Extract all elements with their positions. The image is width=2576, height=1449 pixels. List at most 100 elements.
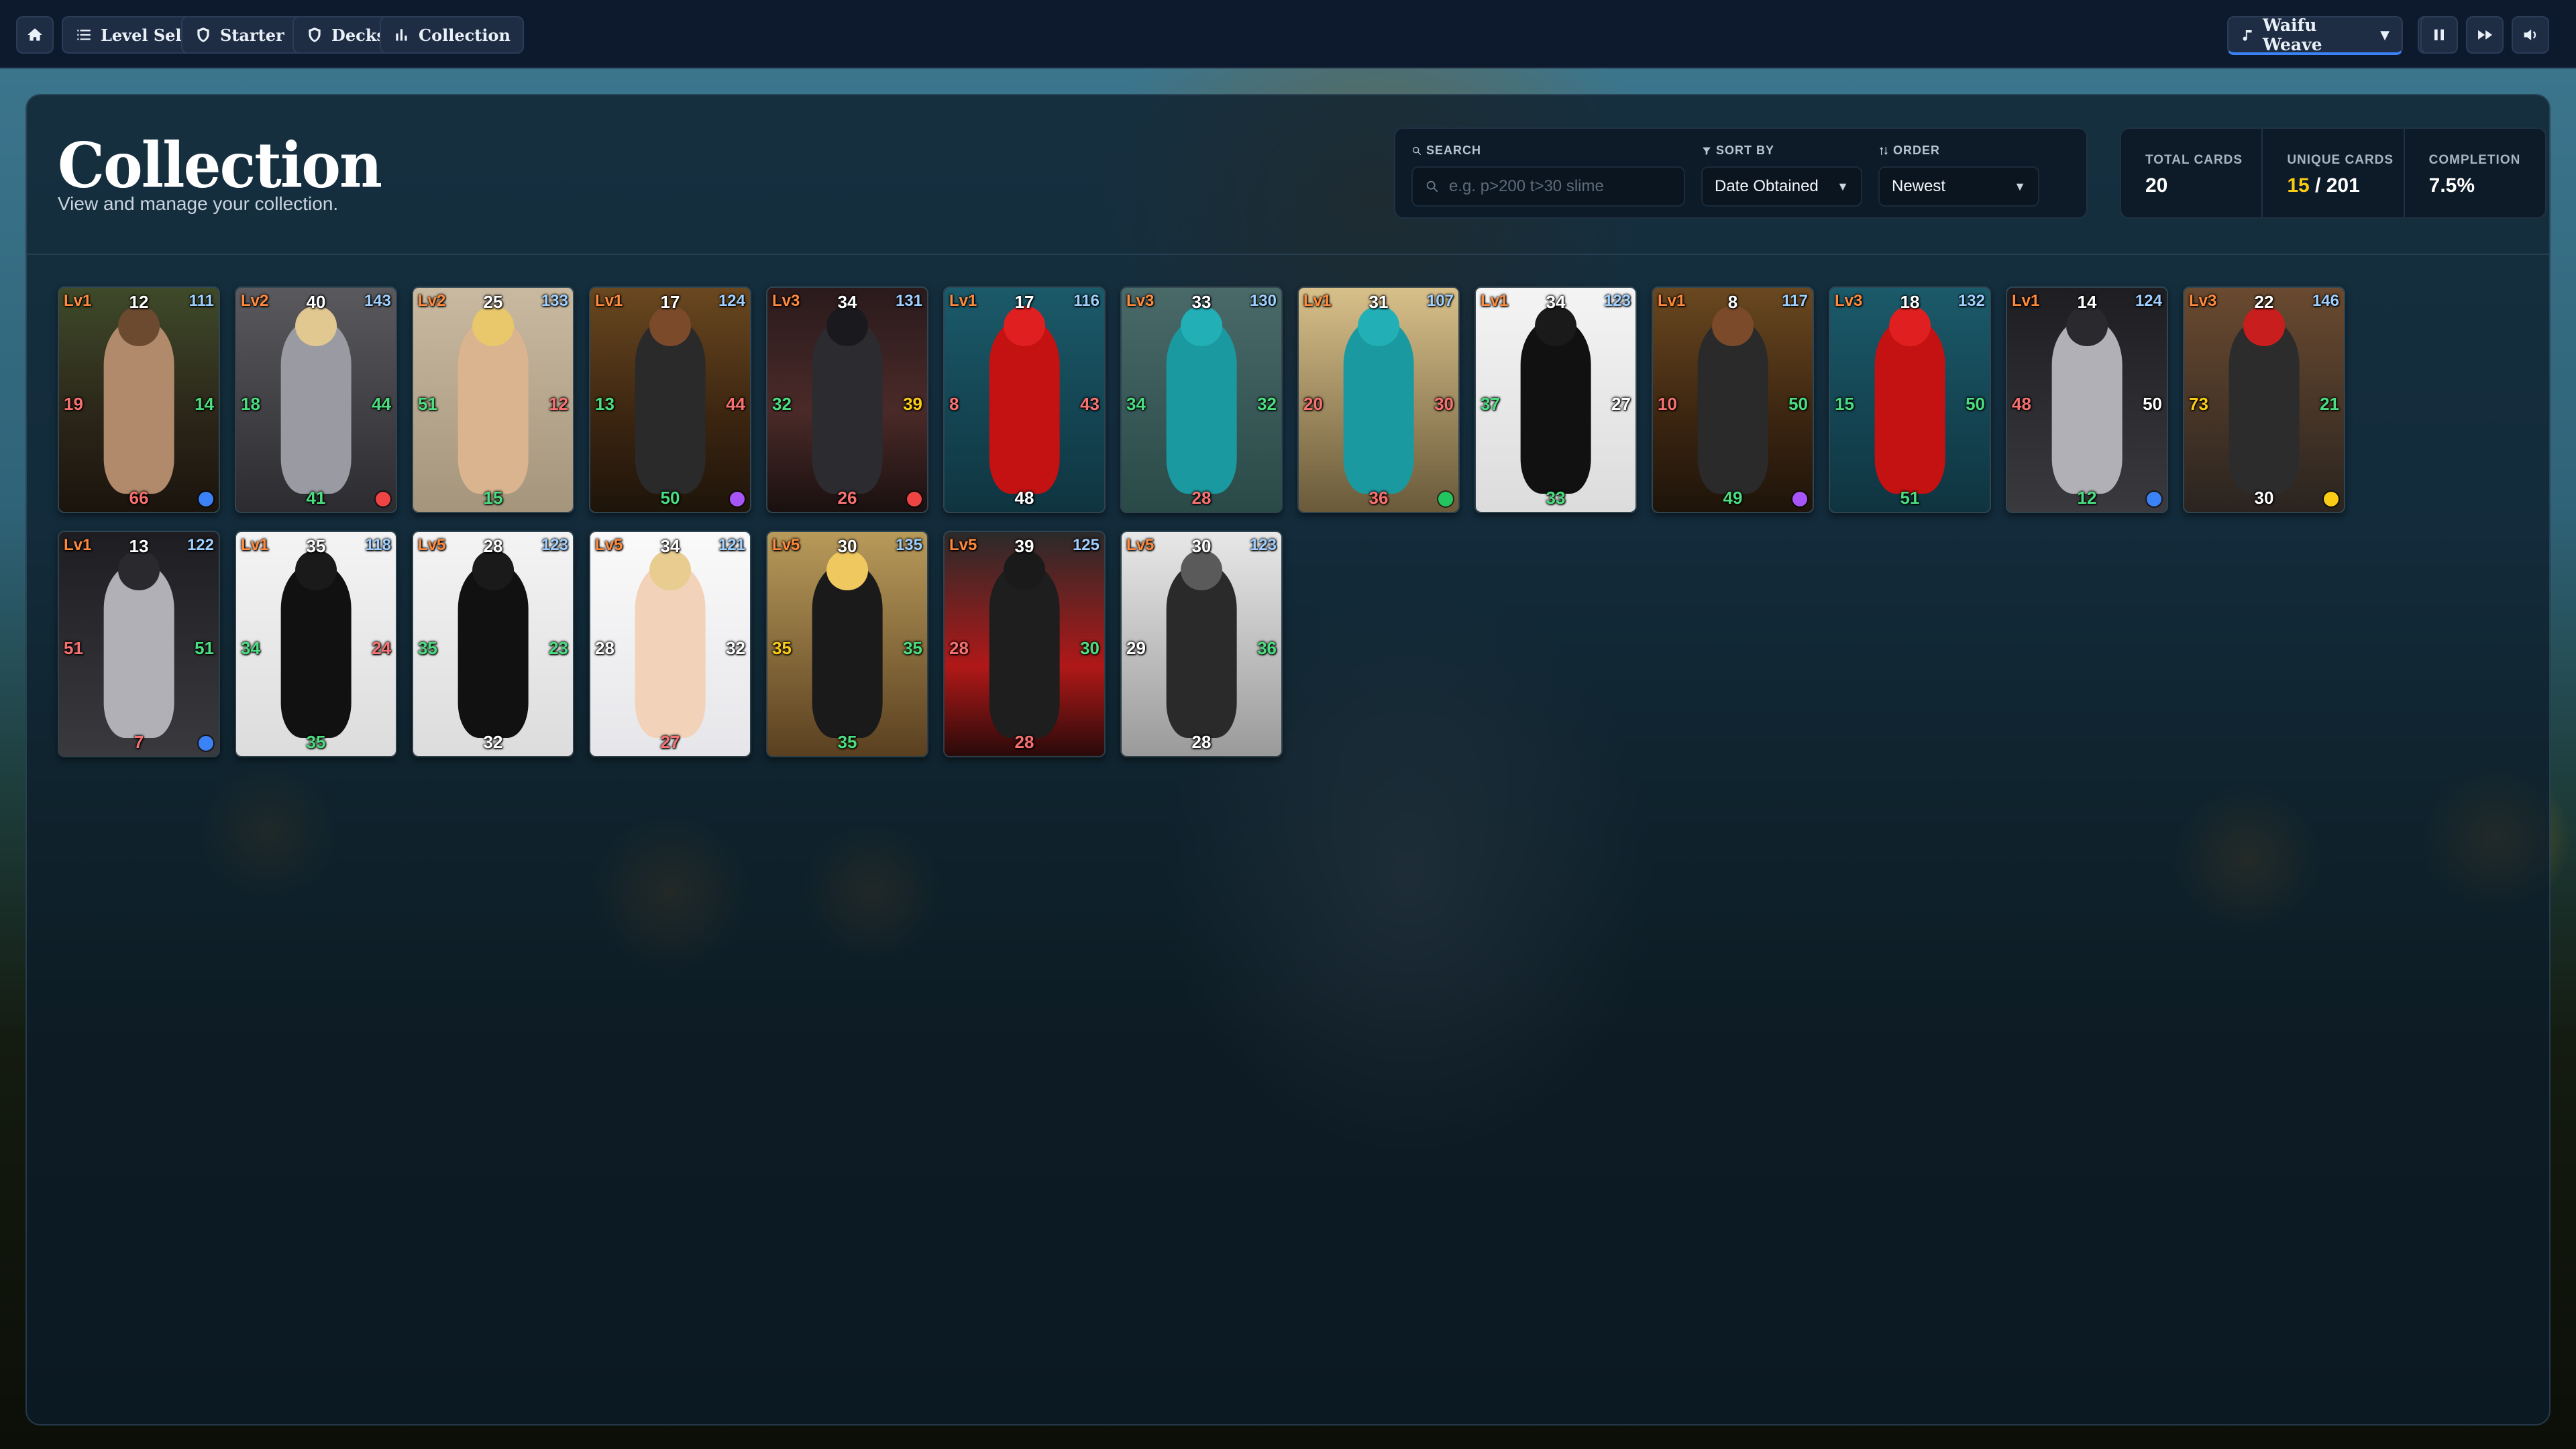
collection-card[interactable]: Lv1 31 107 20 30 36: [1297, 286, 1460, 513]
collection-card[interactable]: Lv1 8 117 10 50 49: [1652, 286, 1814, 513]
card-right-stat: 32: [726, 638, 745, 659]
starter-label: Starter: [220, 25, 284, 45]
card-right-stat: 12: [549, 394, 568, 415]
card-top-stat: 35: [306, 536, 326, 556]
chevron-down-icon: ▼: [1837, 179, 1849, 193]
collection-card[interactable]: Lv5 28 123 35 23 32: [412, 531, 574, 757]
volume-icon: [2524, 29, 2536, 41]
card-top-stat: 40: [306, 292, 326, 312]
collection-card[interactable]: Lv1 13 122 51 51 7: [58, 531, 220, 757]
completion-value: 7.5%: [2428, 174, 2475, 197]
card-left-stat: 29: [1126, 638, 1146, 659]
water-icon: [2147, 492, 2161, 506]
leaf-icon: [1438, 492, 1453, 506]
collection-card[interactable]: Lv5 30 135 35 35 35: [766, 531, 928, 757]
card-top-stat: 33: [1191, 292, 1212, 312]
card-left-stat: 19: [64, 394, 83, 415]
collection-card[interactable]: Lv3 18 132 15 50 51: [1829, 286, 1991, 513]
pause-button[interactable]: [2420, 16, 2458, 54]
card-right-stat: 44: [726, 394, 745, 415]
order-select[interactable]: Newest ▼: [1878, 166, 2039, 207]
music-track-selector[interactable]: Waifu Weave ▼: [2227, 15, 2403, 55]
shield-icon: [197, 28, 209, 42]
card-level: Lv5: [949, 536, 977, 554]
card-top-stat: 17: [660, 292, 680, 312]
card-top-stat: 30: [1191, 536, 1212, 556]
collection-card[interactable]: Lv2 25 133 51 12 15: [412, 286, 574, 513]
card-right-stat: 23: [549, 638, 568, 659]
unique-cards-value: 15 / 201: [2287, 174, 2360, 197]
card-id: 125: [1072, 536, 1099, 554]
collection-card[interactable]: Lv5 39 125 28 30 28: [943, 531, 1106, 757]
volume-button[interactable]: [2512, 16, 2549, 54]
card-top-stat: 22: [2254, 292, 2274, 312]
card-bottom-stat: 41: [306, 488, 326, 508]
collection-card[interactable]: Lv3 34 131 32 39 26: [766, 286, 928, 513]
card-top-stat: 34: [1546, 292, 1566, 312]
page-title: Collection: [58, 128, 382, 202]
sort-by-value: Date Obtained: [1715, 177, 1819, 195]
next-track-button[interactable]: [2466, 16, 2504, 54]
card-level: Lv1: [1658, 292, 1686, 310]
search-input[interactable]: [1449, 177, 1664, 196]
collection-card[interactable]: Lv5 30 123 29 36 28: [1120, 531, 1283, 757]
card-bottom-stat: 48: [1014, 488, 1034, 508]
card-id: 132: [1957, 292, 1985, 310]
collection-stats: TOTAL CARDS 20 UNIQUE CARDS 15 / 201 COM…: [2120, 127, 2546, 219]
card-id: 131: [895, 292, 922, 310]
card-id: 133: [541, 292, 568, 310]
card-left-stat: 10: [1658, 394, 1677, 415]
card-left-stat: 13: [595, 394, 614, 415]
pause-icon: [2434, 29, 2444, 41]
card-top-stat: 39: [1014, 536, 1034, 556]
card-top-stat: 8: [1727, 292, 1738, 312]
card-right-stat: 27: [1611, 394, 1631, 415]
card-left-stat: 51: [418, 394, 437, 415]
card-level: Lv1: [241, 536, 269, 554]
collection-button[interactable]: Collection: [380, 16, 524, 54]
card-id: 107: [1426, 292, 1454, 310]
collection-card[interactable]: Lv1 34 123 37 27 33: [1474, 286, 1637, 513]
collection-card[interactable]: Lv1 17 124 13 44 50: [589, 286, 751, 513]
page-subtitle: View and manage your collection.: [58, 193, 339, 214]
card-bottom-stat: 35: [837, 732, 857, 752]
card-id: 116: [1073, 292, 1099, 310]
bar-chart-icon: [396, 29, 407, 41]
sort-by-select[interactable]: Date Obtained ▼: [1701, 166, 1862, 207]
collection-card[interactable]: Lv3 33 130 34 32 28: [1120, 286, 1283, 513]
search-field[interactable]: [1411, 166, 1685, 207]
card-top-stat: 34: [837, 292, 857, 312]
card-id: 130: [1249, 292, 1277, 310]
collection-card[interactable]: Lv1 12 111 19 14 66: [58, 286, 220, 513]
card-level: Lv1: [949, 292, 977, 310]
card-right-stat: 14: [195, 394, 214, 415]
card-level: Lv5: [1126, 536, 1155, 554]
card-level: Lv5: [772, 536, 800, 554]
home-button[interactable]: [16, 16, 54, 54]
card-right-stat: 32: [1257, 394, 1277, 415]
card-left-stat: 73: [2189, 394, 2208, 415]
sort-by-label: SORT BY: [1701, 144, 1774, 158]
card-level: Lv2: [418, 292, 446, 310]
collection-card[interactable]: Lv5 34 121 28 32 27: [589, 531, 751, 757]
collection-card[interactable]: Lv1 17 116 8 43 48: [943, 286, 1106, 513]
collection-card[interactable]: Lv1 35 118 34 24 35: [235, 531, 397, 757]
card-level: Lv1: [2012, 292, 2040, 310]
card-id: 122: [186, 536, 214, 554]
card-top-stat: 13: [129, 536, 149, 556]
card-bottom-stat: 49: [1723, 488, 1743, 508]
card-id: 117: [1782, 292, 1808, 310]
card-left-stat: 51: [64, 638, 83, 659]
card-bottom-stat: 12: [2077, 488, 2097, 508]
collection-card[interactable]: Lv1 14 124 48 50 12: [2006, 286, 2168, 513]
card-bottom-stat: 28: [1191, 488, 1212, 508]
card-right-stat: 30: [1434, 394, 1454, 415]
card-left-stat: 34: [241, 638, 260, 659]
card-right-stat: 39: [903, 394, 922, 415]
top-navigation-bar: Level Select Starter ▼ Decks Collection …: [0, 0, 2576, 68]
card-level: Lv2: [241, 292, 269, 310]
card-level: Lv3: [1835, 292, 1863, 310]
eye-icon: [2324, 492, 2339, 506]
collection-card[interactable]: Lv2 40 143 18 44 41: [235, 286, 397, 513]
collection-card[interactable]: Lv3 22 146 73 21 30: [2183, 286, 2345, 513]
